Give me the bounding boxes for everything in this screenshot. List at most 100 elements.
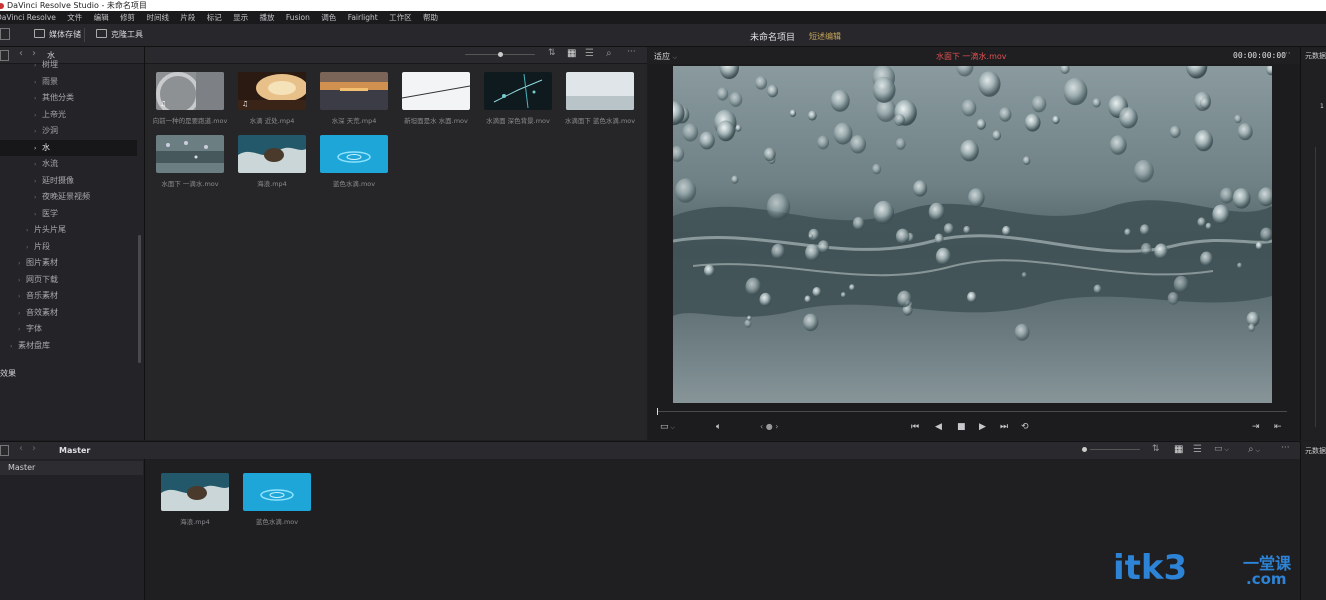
lower-clip-thumbnail[interactable] [243,473,311,511]
chevron-right-icon[interactable]: › [18,273,26,289]
tree-item[interactable]: › 水 [0,139,137,157]
thumbnail-size-handle[interactable] [498,52,503,57]
tree-item[interactable]: › 沙洞 [0,123,137,139]
video-frame[interactable] [673,66,1272,403]
tree-item[interactable]: › 片头片尾 [0,222,137,238]
loop-icon[interactable]: ⟲ [1021,422,1029,432]
clone-tool-button[interactable]: 克隆工具 [96,29,143,41]
bin-tree-scrollbar[interactable] [138,235,141,363]
chevron-right-icon[interactable]: › [34,141,42,157]
chevron-right-icon[interactable]: › [18,289,26,305]
menu-trim[interactable]: 修剪 [120,13,135,22]
play-reverse-icon[interactable]: ◀ [935,422,942,432]
menu-edit[interactable]: 编辑 [94,13,109,22]
sort-icon[interactable]: ⇅ [548,48,556,58]
tree-item[interactable]: › 雨景 [0,74,137,90]
menu-clip[interactable]: 片段 [180,13,195,22]
go-to-start-icon[interactable]: ⏮︎ [911,422,919,432]
clip-thumbnail[interactable] [320,72,388,110]
lower-back-arrow-icon[interactable]: ‹ [19,443,23,454]
clip-thumbnail[interactable] [484,72,552,110]
menu-playback[interactable]: 播放 [260,13,275,22]
tree-item[interactable]: › 医学 [0,206,137,222]
tree-item[interactable]: › 水流 [0,156,137,172]
lower-more-options-icon[interactable]: ··· [1281,443,1290,453]
lower-sort-icon[interactable]: ⇅ [1152,444,1160,454]
tree-item-master[interactable]: Master [0,461,143,475]
menu-resolve[interactable]: DaVinci Resolve [0,13,56,22]
tree-item[interactable]: › 素材盘库 [0,338,137,354]
menu-workspace[interactable]: 工作区 [389,13,412,22]
mark-out-icon[interactable]: ⇤ [1274,422,1282,432]
chevron-right-icon[interactable]: › [18,306,26,322]
tree-item[interactable]: › 其他分类 [0,90,137,106]
chevron-right-icon[interactable]: › [34,207,42,223]
chevron-right-icon[interactable]: › [18,322,26,338]
tree-item[interactable]: › 音乐素材 [0,288,137,304]
menu-color[interactable]: 调色 [321,13,336,22]
tree-item[interactable]: › 上帝光 [0,107,137,123]
chevron-right-icon[interactable]: › [10,339,18,355]
viewer-mode-icon[interactable]: ▭ ⌵ [660,422,675,432]
viewer-playhead[interactable] [657,408,658,415]
clip-thumbnail[interactable]: ♫ [156,72,224,110]
lower-list-view-icon[interactable]: ☰ [1193,444,1202,455]
chevron-right-icon[interactable]: › [34,157,42,173]
tree-item[interactable]: › 网页下载 [0,272,137,288]
clip-thumbnail[interactable]: ♫ [238,72,306,110]
chevron-right-icon[interactable]: › [34,124,42,140]
menu-view[interactable]: 显示 [233,13,248,22]
lower-thumbnail-size-slider[interactable] [1090,449,1140,450]
jog-control[interactable]: ‹ ● › [760,422,778,431]
go-to-end-icon[interactable]: ⏭︎ [1000,422,1008,432]
list-view-icon[interactable]: ☰ [585,48,594,59]
stop-icon[interactable]: ■ [957,422,966,432]
menu-mark[interactable]: 标记 [207,13,222,22]
lower-forward-arrow-icon[interactable]: › [32,443,36,454]
lower-thumbnail-view-icon[interactable]: ▦ [1174,444,1183,455]
menu-timeline[interactable]: 时间线 [146,13,169,22]
volume-icon[interactable]: 🔈︎ [716,422,721,432]
chevron-right-icon[interactable]: › [34,174,42,190]
tree-item[interactable]: › 图片素材 [0,255,137,271]
lower-search-icon[interactable]: ⌕ ⌵ [1248,444,1260,455]
tree-item[interactable]: › 夜晚延景视频 [0,189,137,205]
menu-help[interactable]: 帮助 [423,13,438,22]
panel-toggle-icon[interactable] [0,28,10,40]
tree-item[interactable]: › 音效素材 [0,305,137,321]
chevron-right-icon[interactable]: › [34,75,42,91]
chevron-right-icon[interactable]: › [26,223,34,239]
chevron-right-icon[interactable]: › [34,190,42,206]
viewer-zoom-select[interactable]: 适应 ⌵ [654,51,677,62]
tree-item[interactable]: › 片段 [0,239,137,255]
menu-file[interactable]: 文件 [67,13,82,22]
chevron-right-icon[interactable]: › [34,91,42,107]
lower-sidebar-toggle-icon[interactable] [0,445,9,456]
tree-item[interactable]: › 字体 [0,321,137,337]
mark-in-icon[interactable]: ⇥ [1252,422,1260,432]
effects-section-label[interactable]: 效果 [0,368,16,379]
viewer-options-icon[interactable]: ··· [1282,49,1291,59]
tree-item[interactable]: › 延时摄像 [0,173,137,189]
search-icon[interactable]: ⌕ [606,48,612,59]
lower-display-icon[interactable]: ▭ ⌵ [1214,444,1229,454]
chevron-right-icon[interactable]: › [26,240,34,256]
lower-clip-thumbnail[interactable] [161,473,229,511]
viewer-scrubber[interactable] [657,411,1287,412]
thumbnail-view-icon[interactable]: ▦ [567,48,576,59]
play-icon[interactable]: ▶ [979,422,986,432]
clip-thumbnail[interactable] [566,72,634,110]
tree-item[interactable]: › 树埋 [0,57,137,73]
chevron-right-icon[interactable]: › [18,256,26,272]
clip-thumbnail[interactable] [238,135,306,173]
lower-thumbnail-size-handle[interactable] [1082,447,1087,452]
chevron-right-icon[interactable]: › [34,108,42,124]
clip-thumbnail[interactable] [402,72,470,110]
chevron-right-icon[interactable]: › [34,58,42,74]
media-storage-button[interactable]: 媒体存储 [34,29,81,41]
menu-fusion[interactable]: Fusion [286,13,310,22]
more-options-icon[interactable]: ··· [627,47,636,57]
clip-thumbnail[interactable] [320,135,388,173]
clip-thumbnail[interactable] [156,135,224,173]
menu-fairlight[interactable]: Fairlight [348,13,378,22]
